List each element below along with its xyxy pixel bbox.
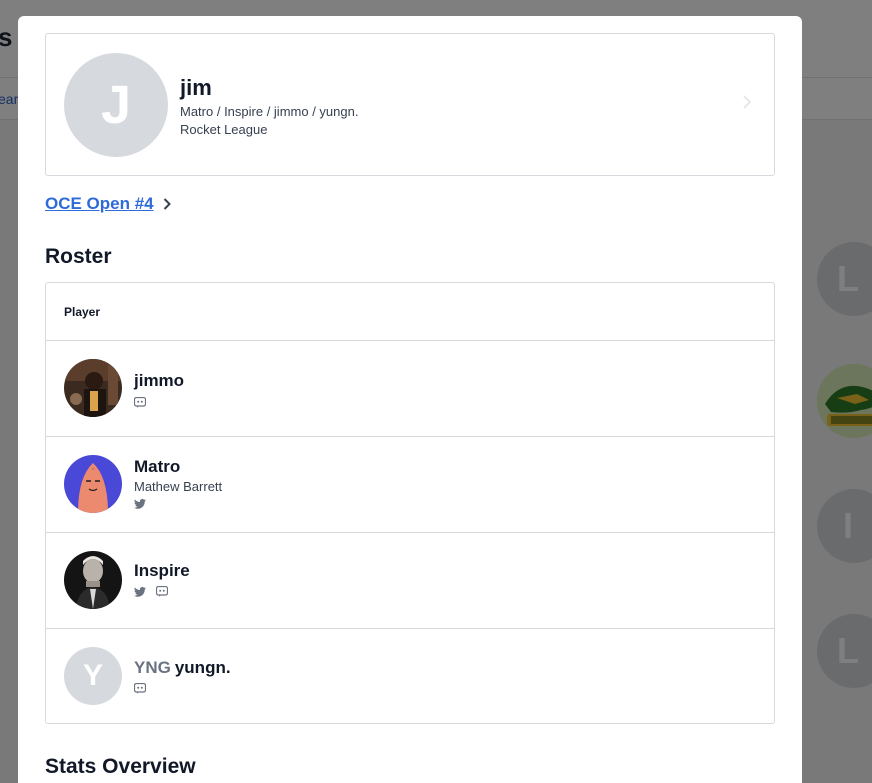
roster-heading: Roster — [45, 245, 112, 268]
team-card[interactable]: J jim Matro / Inspire / jimmo / yungn. R… — [45, 33, 775, 176]
roster-row-jimmo[interactable]: jimmo — [46, 341, 774, 437]
player-name-text: yungn. — [174, 658, 231, 677]
discord-icon[interactable] — [156, 586, 168, 597]
twitter-icon[interactable] — [134, 586, 146, 597]
twitter-icon[interactable] — [134, 499, 146, 509]
player-name[interactable]: Matro — [134, 457, 180, 477]
roster-row-matro[interactable]: Matro Mathew Barrett — [46, 437, 774, 533]
team-players-line: Matro / Inspire / jimmo / yungn. — [180, 104, 359, 119]
avatar: Y — [64, 647, 122, 705]
player-name[interactable]: Inspire — [134, 561, 190, 581]
avatar — [64, 359, 122, 417]
event-link-label: OCE Open #4 — [45, 194, 154, 213]
roster-row-inspire[interactable]: Inspire — [46, 533, 774, 629]
column-header-player: Player — [64, 305, 101, 319]
team-name: jim — [180, 75, 212, 100]
chevron-right-icon — [163, 198, 171, 210]
event-link[interactable]: OCE Open #4 — [45, 194, 172, 214]
discord-icon[interactable] — [134, 397, 146, 408]
roster-row-yungn[interactable]: Y YNG yungn. — [46, 629, 774, 725]
discord-icon[interactable] — [134, 683, 146, 694]
player-real-name: Mathew Barrett — [134, 479, 223, 494]
chevron-right-icon[interactable] — [740, 92, 754, 112]
player-team-tag: YNG — [134, 658, 171, 677]
team-game: Rocket League — [180, 122, 268, 137]
social-links — [134, 683, 146, 694]
social-links — [134, 397, 146, 408]
player-name[interactable]: jimmo — [134, 371, 184, 391]
team-modal: J jim Matro / Inspire / jimmo / yungn. R… — [18, 16, 802, 783]
roster-table-header: Player — [46, 283, 774, 341]
roster-table: Player jimmo Matro Mathew Barrett Inspir… — [45, 282, 775, 724]
avatar — [64, 455, 122, 513]
player-name[interactable]: YNG yungn. — [134, 658, 231, 678]
team-avatar: J — [64, 53, 168, 157]
stats-overview-heading: Stats Overview — [45, 755, 196, 778]
avatar — [64, 551, 122, 609]
social-links — [134, 586, 168, 597]
social-links — [134, 499, 146, 509]
